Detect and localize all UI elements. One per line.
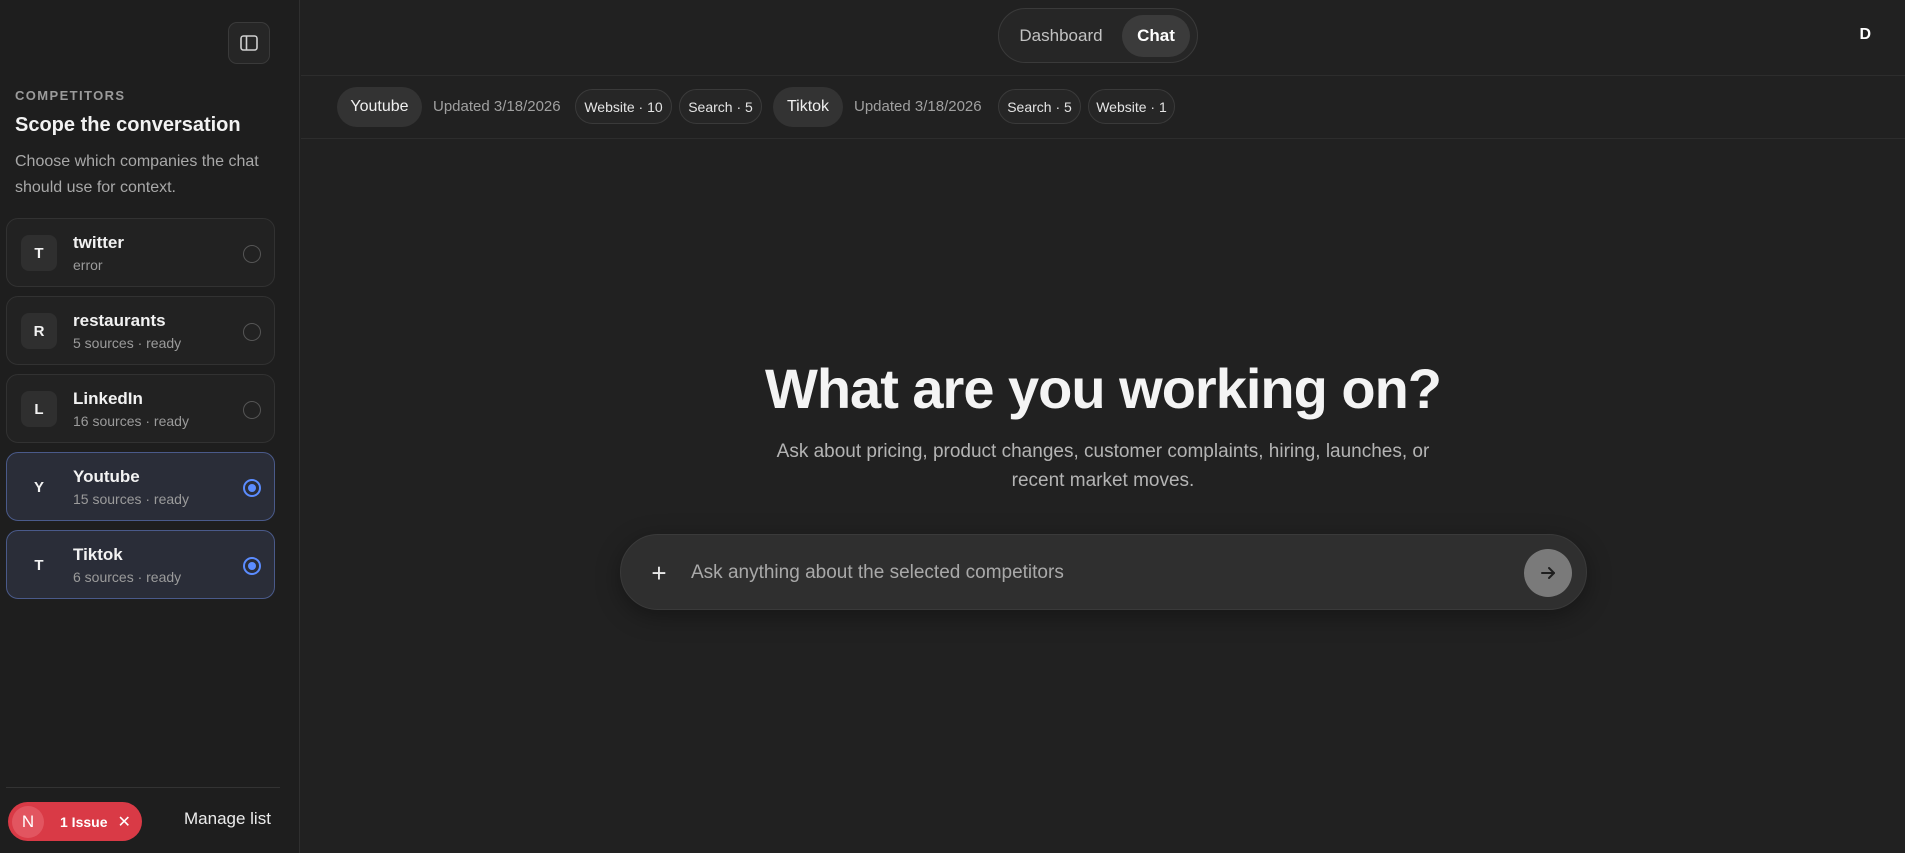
source-chip[interactable]: Search · 5 [998,89,1081,124]
competitor-name: LinkedIn [73,389,143,408]
page-title: What are you working on? [764,357,1442,420]
app-root: COMPETITORS Scope the conversation Choos… [0,0,1905,853]
competitor-radio-selected[interactable] [243,557,261,575]
chat-input[interactable] [691,553,1491,593]
competitor-status: 16 sources · ready [73,413,189,429]
top-bar: Dashboard Chat D [301,0,1905,76]
user-avatar[interactable]: D [1859,26,1871,44]
context-bar: Youtube Updated 3/18/2026 Website · 10 S… [301,77,1905,139]
competitor-avatar: T [21,235,57,271]
competitor-item-twitter[interactable]: T twitter error [6,218,275,287]
context-company-chip[interactable]: Tiktok [773,87,843,127]
competitor-status: error [73,257,103,273]
issue-label: 1 Issue [60,813,108,830]
competitor-item-youtube[interactable]: Y Youtube 15 sources · ready [6,452,275,521]
context-updated: Updated 3/18/2026 [854,98,982,115]
sidebar-panel-icon [240,35,258,51]
competitor-item-linkedin[interactable]: L LinkedIn 16 sources · ready [6,374,275,443]
close-icon[interactable]: ✕ [117,812,130,832]
source-chip[interactable]: Website · 10 [575,89,672,124]
competitor-radio[interactable] [243,323,261,341]
issue-badge[interactable]: N 1 Issue ✕ [8,802,142,841]
competitor-name: restaurants [73,311,166,330]
page-subtitle: Ask about pricing, product changes, cust… [776,441,1430,491]
sidebar-eyebrow: COMPETITORS [15,88,126,103]
competitor-list: T twitter error R restaurants 5 sources … [6,218,275,608]
competitor-status: 6 sources · ready [73,569,182,585]
manage-list-button[interactable]: Manage list [184,809,271,829]
view-switcher: Dashboard Chat [998,8,1198,63]
competitor-item-tiktok[interactable]: T Tiktok 6 sources · ready [6,530,275,599]
arrow-right-icon [1541,567,1555,579]
sidebar-toggle-button[interactable] [228,22,270,64]
tab-chat[interactable]: Chat [1122,15,1190,57]
sidebar-title: Scope the conversation [15,114,241,136]
competitor-status: 5 sources · ready [73,335,182,351]
context-company-chip[interactable]: Youtube [337,87,422,127]
competitor-status: 15 sources · ready [73,491,189,507]
source-chip[interactable]: Search · 5 [679,89,762,124]
competitor-name: twitter [73,233,124,252]
chat-composer: + [620,534,1587,610]
competitor-avatar: Y [33,478,44,496]
competitor-name: Youtube [73,467,140,486]
plus-icon: + [651,557,667,588]
source-chip[interactable]: Website · 1 [1088,89,1175,124]
context-updated: Updated 3/18/2026 [433,98,561,115]
issue-avatar: N [12,805,44,838]
competitor-radio-selected[interactable] [243,479,261,497]
competitor-radio[interactable] [243,401,261,419]
competitor-avatar: L [21,391,57,427]
sidebar: COMPETITORS Scope the conversation Choos… [0,0,300,853]
sidebar-description: Choose which companies the chat should u… [15,153,259,196]
sidebar-divider [6,787,280,788]
tab-dashboard[interactable]: Dashboard [1007,15,1115,57]
competitor-name: Tiktok [73,545,123,564]
add-attachment-button[interactable]: + [641,555,677,591]
competitor-radio[interactable] [243,245,261,263]
send-button[interactable] [1524,549,1572,597]
competitor-avatar: R [21,313,57,349]
competitor-item-restaurants[interactable]: R restaurants 5 sources · ready [6,296,275,365]
competitor-avatar: T [34,556,44,574]
